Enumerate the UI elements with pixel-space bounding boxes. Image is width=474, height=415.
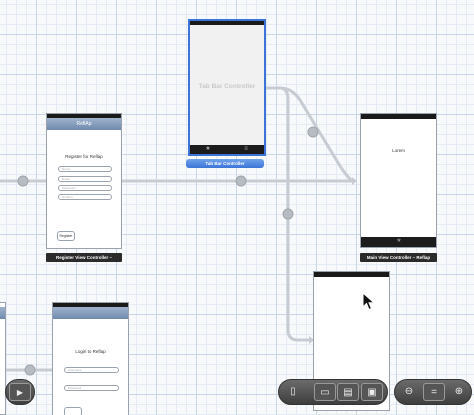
layout-full-icon[interactable]: ▣ xyxy=(361,383,383,401)
zoom-toolbar: ⊖ = ⊕ xyxy=(394,379,472,405)
tab-bar-placeholder-title: Tab Bar Controller xyxy=(198,83,256,90)
list-icon: ≡ xyxy=(244,146,248,152)
register-nav-bar: ReflAp xyxy=(47,118,121,130)
register-view-controller-label[interactable]: Register View Controller – xyxy=(46,253,122,262)
register-password-field[interactable]: Password xyxy=(58,185,112,191)
login-username-field[interactable]: Username xyxy=(64,367,119,373)
iphone-icon[interactable]: ▯ xyxy=(282,383,304,401)
scene-toolbar: ▯ ▭ ▤ ▣ xyxy=(278,379,388,405)
register-confirm-field[interactable]: Confirm xyxy=(58,194,112,200)
status-bar xyxy=(190,21,264,25)
segue-node xyxy=(307,126,319,138)
star-icon: ★ xyxy=(396,238,402,244)
status-bar xyxy=(314,272,389,277)
segue-node xyxy=(235,175,247,187)
login-heading: Login to Reflap xyxy=(75,349,106,354)
left-toolbar: ▶ xyxy=(5,379,35,405)
tab-bar: ★ ≡ xyxy=(190,145,264,154)
register-view-controller-scene[interactable]: ReflAp Register for Reflap Name Email Pa… xyxy=(46,113,122,249)
segue-node xyxy=(17,175,29,187)
star-icon: ★ xyxy=(205,146,211,152)
main-lorem-text: Lorem xyxy=(392,148,405,153)
play-icon[interactable]: ▶ xyxy=(9,383,31,401)
login-password-field[interactable]: Password xyxy=(64,385,119,391)
segue-arrow-main xyxy=(352,177,357,185)
login-nav-bar xyxy=(53,307,128,319)
offscreen-scene[interactable] xyxy=(0,302,6,415)
register-name-field[interactable]: Name xyxy=(58,166,112,172)
tab-bar-controller-scene[interactable]: Tab Bar Controller ★ ≡ xyxy=(188,19,266,156)
main-tab-bar: ★ xyxy=(361,237,436,247)
segue-node xyxy=(282,208,294,220)
login-view-controller-scene[interactable]: Login to Reflap Username Password xyxy=(52,302,129,415)
register-button[interactable]: Register xyxy=(57,231,75,241)
status-bar xyxy=(361,114,436,119)
segue-node xyxy=(24,364,36,376)
register-heading: Register for Reflap xyxy=(65,154,103,159)
main-view-controller-scene[interactable]: Lorem ★ xyxy=(360,113,437,248)
layout-split-icon[interactable]: ▤ xyxy=(337,383,359,401)
offscreen-nav-bar xyxy=(0,307,5,319)
main-view-controller-label[interactable]: Main View Controller – Reflap xyxy=(360,253,437,262)
login-button[interactable] xyxy=(64,407,82,415)
storyboard-canvas[interactable]: Tab Bar Controller ★ ≡ Tab Bar Controlle… xyxy=(0,0,474,415)
tab-bar-controller-label[interactable]: Tab Bar Controller xyxy=(186,159,264,168)
zoom-reset-icon[interactable]: = xyxy=(423,383,445,401)
register-email-field[interactable]: Email xyxy=(58,176,112,182)
layout-icon[interactable]: ▭ xyxy=(314,383,336,401)
mouse-cursor-icon xyxy=(362,292,376,311)
zoom-out-icon[interactable]: ⊖ xyxy=(398,383,420,401)
zoom-in-icon[interactable]: ⊕ xyxy=(448,383,470,401)
